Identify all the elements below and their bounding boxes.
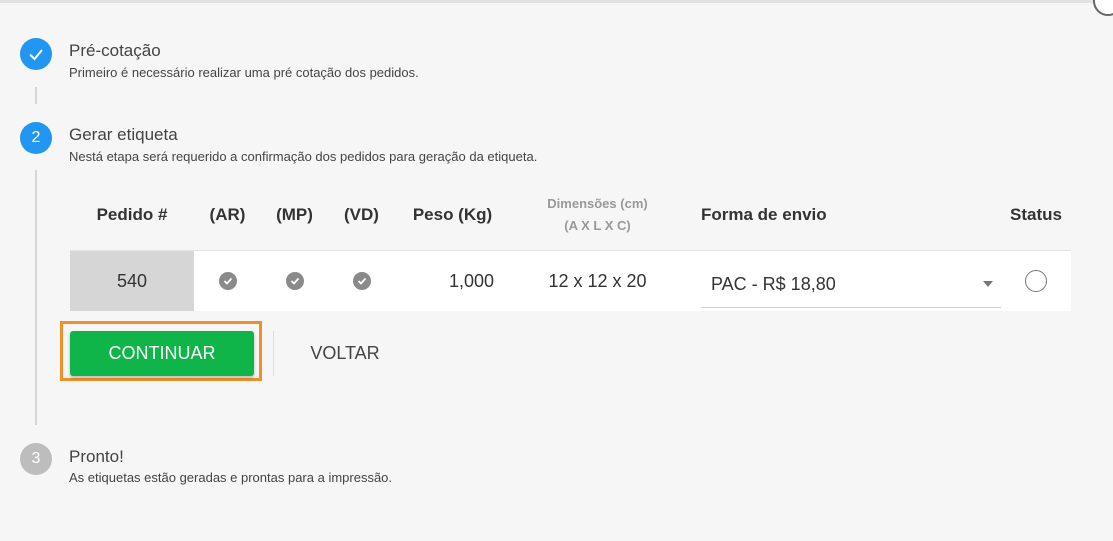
step-pre-cotacao: Pré-cotação Primeiro é necessário realiz… xyxy=(20,38,419,80)
check-circle-icon xyxy=(218,272,237,290)
step-2-circle: 2 xyxy=(20,122,52,154)
peso-value: 1,000 xyxy=(448,270,494,291)
status-cell xyxy=(1001,251,1071,311)
ar-cell xyxy=(194,251,261,311)
step-1-description: Primeiro é necessário realizar uma pré c… xyxy=(69,65,419,80)
step-gerar-etiqueta: 2 Gerar etiqueta Nestá etapa será requer… xyxy=(20,122,537,164)
mp-cell xyxy=(261,251,328,311)
close-button[interactable] xyxy=(1093,0,1113,16)
forma-envio-value: PAC - R$ 18,80 xyxy=(711,273,836,294)
header-dimensoes: Dimensões (cm) (A X L X C) xyxy=(510,180,685,250)
button-divider xyxy=(273,331,274,376)
voltar-button[interactable]: VOLTAR xyxy=(290,331,400,376)
header-dimensoes-label: Dimensões (cm) xyxy=(547,196,648,211)
check-circle-icon xyxy=(285,272,304,290)
step-3-description: As etiquetas estão geradas e prontas par… xyxy=(69,470,393,485)
step-1-circle xyxy=(20,38,52,70)
step-connector xyxy=(35,87,37,104)
step-3-number: 3 xyxy=(31,450,41,467)
modal-top-border xyxy=(0,0,1113,3)
step-2-number: 2 xyxy=(31,129,41,146)
table-row: 540 1,000 12 x 12 x 20 PAC - R$ 18,80 xyxy=(70,250,1071,311)
header-peso: Peso (Kg) xyxy=(412,205,493,224)
header-vd: (VD) xyxy=(344,205,379,224)
continuar-button[interactable]: CONTINUAR xyxy=(70,331,254,376)
check-icon xyxy=(29,49,43,61)
vd-cell xyxy=(328,251,395,311)
header-ar: (AR) xyxy=(209,205,246,224)
status-radio[interactable] xyxy=(1025,270,1047,292)
step-pronto: 3 Pronto! As etiquetas estão geradas e p… xyxy=(20,443,392,485)
header-dimensoes-sub: (A X L X C) xyxy=(564,218,631,233)
step-3-circle: 3 xyxy=(20,443,52,475)
header-pedido: Pedido # xyxy=(96,205,168,224)
dropdown-arrow-icon xyxy=(983,281,993,287)
pedido-number: 540 xyxy=(70,251,194,311)
step-connector xyxy=(35,170,37,425)
step-1-title: Pré-cotação xyxy=(69,41,161,60)
header-forma-envio: Forma de envio xyxy=(701,205,827,224)
header-status: Status xyxy=(1010,205,1062,224)
dimensoes-value: 12 x 12 x 20 xyxy=(548,270,647,291)
header-mp: (MP) xyxy=(276,205,313,224)
step-2-title: Gerar etiqueta xyxy=(69,125,178,144)
step-2-description: Nestá etapa será requerido a confirmação… xyxy=(69,149,538,164)
step-3-title: Pronto! xyxy=(69,447,124,466)
check-circle-icon xyxy=(352,272,371,290)
forma-envio-select[interactable]: PAC - R$ 18,80 xyxy=(701,261,1001,308)
